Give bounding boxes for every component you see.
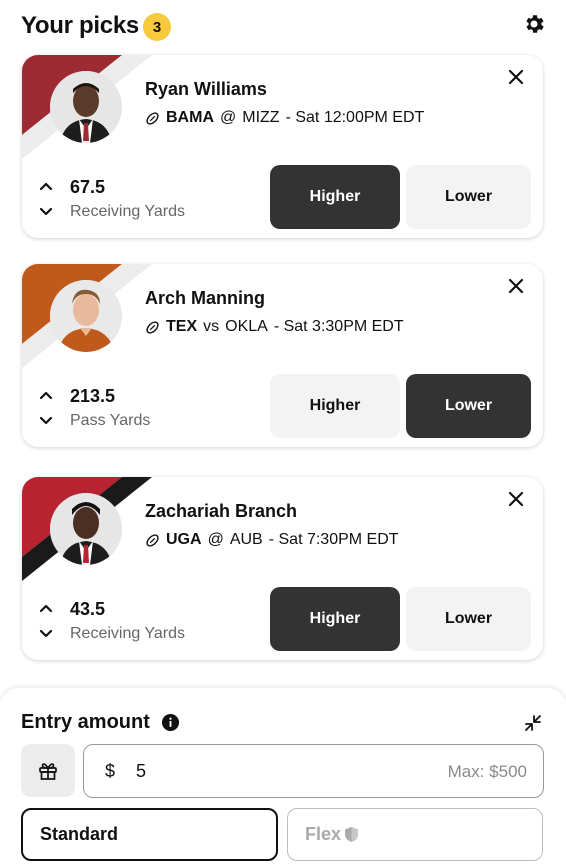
player-name: Arch Manning: [145, 288, 265, 308]
shield-icon: [345, 827, 359, 842]
stat-line-value: 67.5: [70, 177, 106, 197]
stat-toggle-arrows[interactable]: [38, 177, 54, 221]
football-icon: [146, 320, 159, 334]
player-name: Ryan Williams: [145, 79, 267, 99]
amount-input[interactable]: [136, 755, 336, 787]
currency-symbol: $: [105, 761, 116, 781]
matchup-separator: @: [207, 531, 224, 548]
standard-mode-button[interactable]: Standard: [21, 808, 278, 861]
info-icon[interactable]: [161, 713, 180, 732]
matchup-separator: @: [220, 109, 237, 126]
pick-card: Arch Manning TEX vs OKLA - Sat 3:30PM ED…: [22, 264, 543, 447]
pick-card: Ryan Williams BAMA @ MIZZ - Sat 12:00PM …: [22, 55, 543, 238]
lower-button[interactable]: Lower: [406, 587, 531, 651]
promo-gift-button[interactable]: [21, 744, 75, 797]
player-name: Zachariah Branch: [145, 501, 298, 521]
game-time: - Sat 3:30PM EDT: [273, 318, 404, 335]
player-avatar: [50, 280, 122, 352]
stat-label: Receiving Yards: [70, 203, 186, 220]
picks-count-badge: 3: [143, 13, 171, 41]
collapse-icon[interactable]: [524, 714, 542, 732]
stat-line-value: 213.5: [70, 386, 116, 406]
game-info: TEX vs OKLA - Sat 3:30PM EDT: [145, 318, 404, 336]
picks-panel: Your picks 3 Ryan Williams BAMA @ MIZZ -…: [0, 0, 566, 868]
flex-mode-label: Flex: [305, 824, 342, 844]
matchup-separator: vs: [203, 318, 220, 335]
football-icon: [146, 111, 159, 125]
game-time: - Sat 7:30PM EDT: [268, 531, 399, 548]
higher-button[interactable]: Higher: [270, 374, 400, 438]
gear-icon[interactable]: [522, 12, 546, 36]
game-info: BAMA @ MIZZ - Sat 12:00PM EDT: [145, 109, 424, 127]
football-icon: [146, 533, 159, 547]
picks-header: Your picks 3: [0, 0, 566, 56]
pick-card: Zachariah Branch UGA @ AUB - Sat 7:30PM …: [22, 477, 543, 660]
close-icon[interactable]: [506, 67, 526, 87]
close-icon[interactable]: [506, 489, 526, 509]
entry-amount-title: Entry amount: [21, 711, 150, 733]
entry-amount-panel: Entry amount $ Max: $500 Standard: [0, 688, 566, 868]
standard-mode-label: Standard: [40, 824, 119, 844]
stat-line-value: 43.5: [70, 599, 106, 619]
game-time: - Sat 12:00PM EDT: [285, 109, 425, 126]
team-abbr: UGA: [166, 531, 202, 548]
player-avatar: [50, 493, 122, 565]
game-info: UGA @ AUB - Sat 7:30PM EDT: [145, 531, 399, 549]
page-title: Your picks: [21, 12, 139, 39]
higher-button[interactable]: Higher: [270, 587, 400, 651]
stat-toggle-arrows[interactable]: [38, 386, 54, 430]
higher-button[interactable]: Higher: [270, 165, 400, 229]
lower-button[interactable]: Lower: [406, 374, 531, 438]
player-avatar: [50, 71, 122, 143]
stat-label: Receiving Yards: [70, 625, 186, 642]
opponent-abbr: AUB: [229, 531, 263, 548]
lower-button[interactable]: Lower: [406, 165, 531, 229]
max-amount-label: Max: $500: [447, 762, 527, 781]
opponent-abbr: OKLA: [225, 318, 268, 335]
opponent-abbr: MIZZ: [242, 109, 280, 126]
stat-toggle-arrows[interactable]: [38, 599, 54, 643]
entry-amount-field[interactable]: $ Max: $500: [83, 744, 544, 798]
gift-icon: [39, 762, 57, 780]
flex-mode-button[interactable]: Flex: [287, 808, 543, 861]
team-abbr: BAMA: [166, 109, 214, 126]
stat-label: Pass Yards: [70, 412, 151, 429]
close-icon[interactable]: [506, 276, 526, 296]
team-abbr: TEX: [166, 318, 198, 335]
